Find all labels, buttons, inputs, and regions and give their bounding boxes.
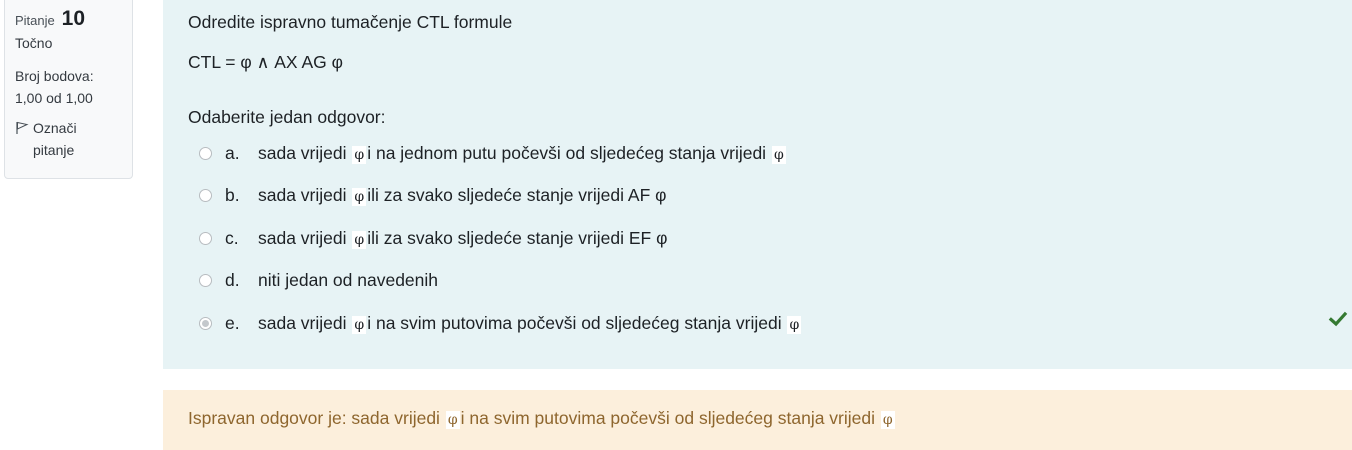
answer-radio-c[interactable] <box>199 231 212 245</box>
check-icon <box>1328 311 1348 327</box>
feedback-text-rest: i na svim putovima počevši od sljedećeg … <box>460 408 876 428</box>
question-info-panel: Pitanje 10 Točno Broj bodova: 1,00 od 1,… <box>4 0 133 179</box>
answer-letter: c. <box>225 227 239 248</box>
phi-symbol: φ <box>445 411 460 429</box>
grade-value: 1,00 od 1,00 <box>15 89 93 106</box>
answer-text-rest: i na jednom putu počevši od sljedećeg st… <box>367 142 767 163</box>
feedback-text-start: Ispravan odgovor je: sada vrijedi <box>188 408 440 428</box>
question-label: Pitanje <box>15 13 55 28</box>
answer-text-start: sada vrijedi <box>258 227 347 248</box>
flag-question-link[interactable]: Označi pitanje <box>15 117 122 161</box>
answer-list: a. sada vrijedi φi na jednom putu počevš… <box>188 132 1352 345</box>
answer-prompt: Odaberite jedan odgovor: <box>188 107 386 127</box>
question-grade: Broj bodova: 1,00 od 1,00 <box>15 65 122 109</box>
answer-text-rest: ili za svako sljedeće stanje vrijedi EF … <box>367 227 668 248</box>
question-number-value: 10 <box>61 7 85 30</box>
question-formulation: Odredite ispravno tumačenje CTL formule … <box>163 0 1352 369</box>
phi-symbol: φ <box>352 315 367 334</box>
phi-symbol: φ <box>352 145 367 164</box>
phi-symbol: φ <box>352 188 367 207</box>
answer-radio-d[interactable] <box>199 274 212 288</box>
answer-text-a: sada vrijedi φi na jednom putu počevši o… <box>258 143 787 164</box>
answer-letter: a. <box>225 142 240 163</box>
flag-icon <box>16 121 29 134</box>
answer-option-c[interactable]: c. sada vrijedi φ ili za svako sljedeće s… <box>188 217 1352 260</box>
phi-symbol: φ <box>787 315 802 334</box>
answer-text-start: sada vrijedi <box>258 312 347 333</box>
grade-label: Broj bodova: <box>15 67 94 84</box>
answer-text-e: sada vrijedi φi na svim putovima počevši… <box>258 313 802 334</box>
flag-label-line2: pitanje <box>33 141 75 158</box>
answer-option-e[interactable]: e. sada vrijedi φi na svim putovima poče… <box>188 302 1352 345</box>
phi-symbol: φ <box>880 411 895 429</box>
question-state: Točno <box>15 35 53 51</box>
correct-answer-feedback: Ispravan odgovor je: sada vrijedi φi na … <box>163 390 1352 450</box>
answer-letter: e. <box>225 312 240 333</box>
answer-radio-e[interactable] <box>199 316 212 330</box>
answer-text-start: sada vrijedi <box>258 185 347 206</box>
flag-label-line1: Označi <box>33 119 77 136</box>
question-text: Odredite ispravno tumačenje CTL formule <box>188 12 513 32</box>
phi-symbol: φ <box>771 145 786 164</box>
question-formula: CTL = φ ∧ AX AG φ <box>188 52 343 72</box>
answer-text-d: niti jedan od navedenih <box>258 270 439 291</box>
answer-text-c: sada vrijedi φ ili za svako sljedeće stan… <box>258 228 667 249</box>
answer-letter: d. <box>225 270 240 291</box>
answer-text-b: sada vrijedi φ ili za svako sljedeće stan… <box>258 185 667 207</box>
answer-text-rest: i na svim putovima počevši od sljedećeg … <box>367 312 782 333</box>
phi-symbol: φ <box>352 230 367 249</box>
answer-radio-a[interactable] <box>199 146 212 160</box>
answer-option-b[interactable]: b. sada vrijedi φ ili za svako sljedeće s… <box>188 175 1352 218</box>
answer-radio-b[interactable] <box>199 189 212 203</box>
answer-option-a[interactable]: a. sada vrijedi φi na jednom putu počevš… <box>188 132 1352 175</box>
answer-option-d[interactable]: d. niti jedan od navedenih <box>188 260 1352 303</box>
answer-text-rest: ili za svako sljedeće stanje vrijedi AF … <box>367 185 667 206</box>
question-number: Pitanje 10 <box>15 6 122 29</box>
answer-text-start: sada vrijedi <box>258 142 347 163</box>
answer-letter: b. <box>225 185 240 206</box>
